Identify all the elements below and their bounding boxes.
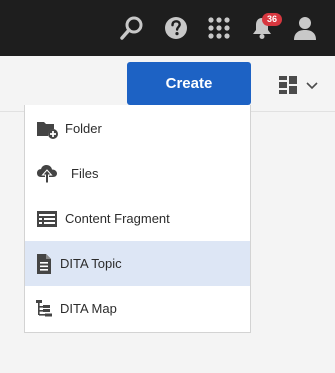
global-header: 36 — [0, 0, 335, 56]
upload-icon — [37, 165, 57, 184]
menu-item-content-fragment[interactable]: Content Fragment — [25, 196, 250, 241]
menu-item-label: Folder — [65, 121, 102, 136]
user-icon[interactable] — [292, 15, 318, 41]
apps-grid-icon[interactable] — [206, 15, 232, 41]
menu-item-dita-map[interactable]: DITA Map — [25, 286, 250, 331]
menu-item-label: Content Fragment — [65, 211, 170, 226]
card-view-icon — [279, 76, 318, 94]
folder-add-icon — [37, 122, 58, 139]
notification-count-badge: 36 — [262, 13, 282, 26]
search-icon[interactable] — [119, 15, 145, 41]
content-fragment-icon — [37, 211, 57, 227]
view-switcher[interactable] — [276, 72, 322, 98]
dita-topic-icon — [37, 254, 51, 274]
dita-map-icon — [36, 300, 52, 317]
menu-item-dita-topic[interactable]: DITA Topic — [25, 241, 250, 286]
menu-item-label: Files — [71, 166, 99, 181]
menu-item-label: DITA Map — [60, 301, 117, 316]
create-button[interactable]: Create — [127, 62, 251, 105]
create-dropdown-menu: Folder Files Content Fragment DITA Topic — [24, 105, 251, 333]
menu-item-label: DITA Topic — [60, 256, 122, 271]
menu-item-folder[interactable]: Folder — [25, 106, 250, 151]
menu-item-files[interactable]: Files — [25, 151, 250, 196]
help-icon[interactable] — [163, 15, 189, 41]
